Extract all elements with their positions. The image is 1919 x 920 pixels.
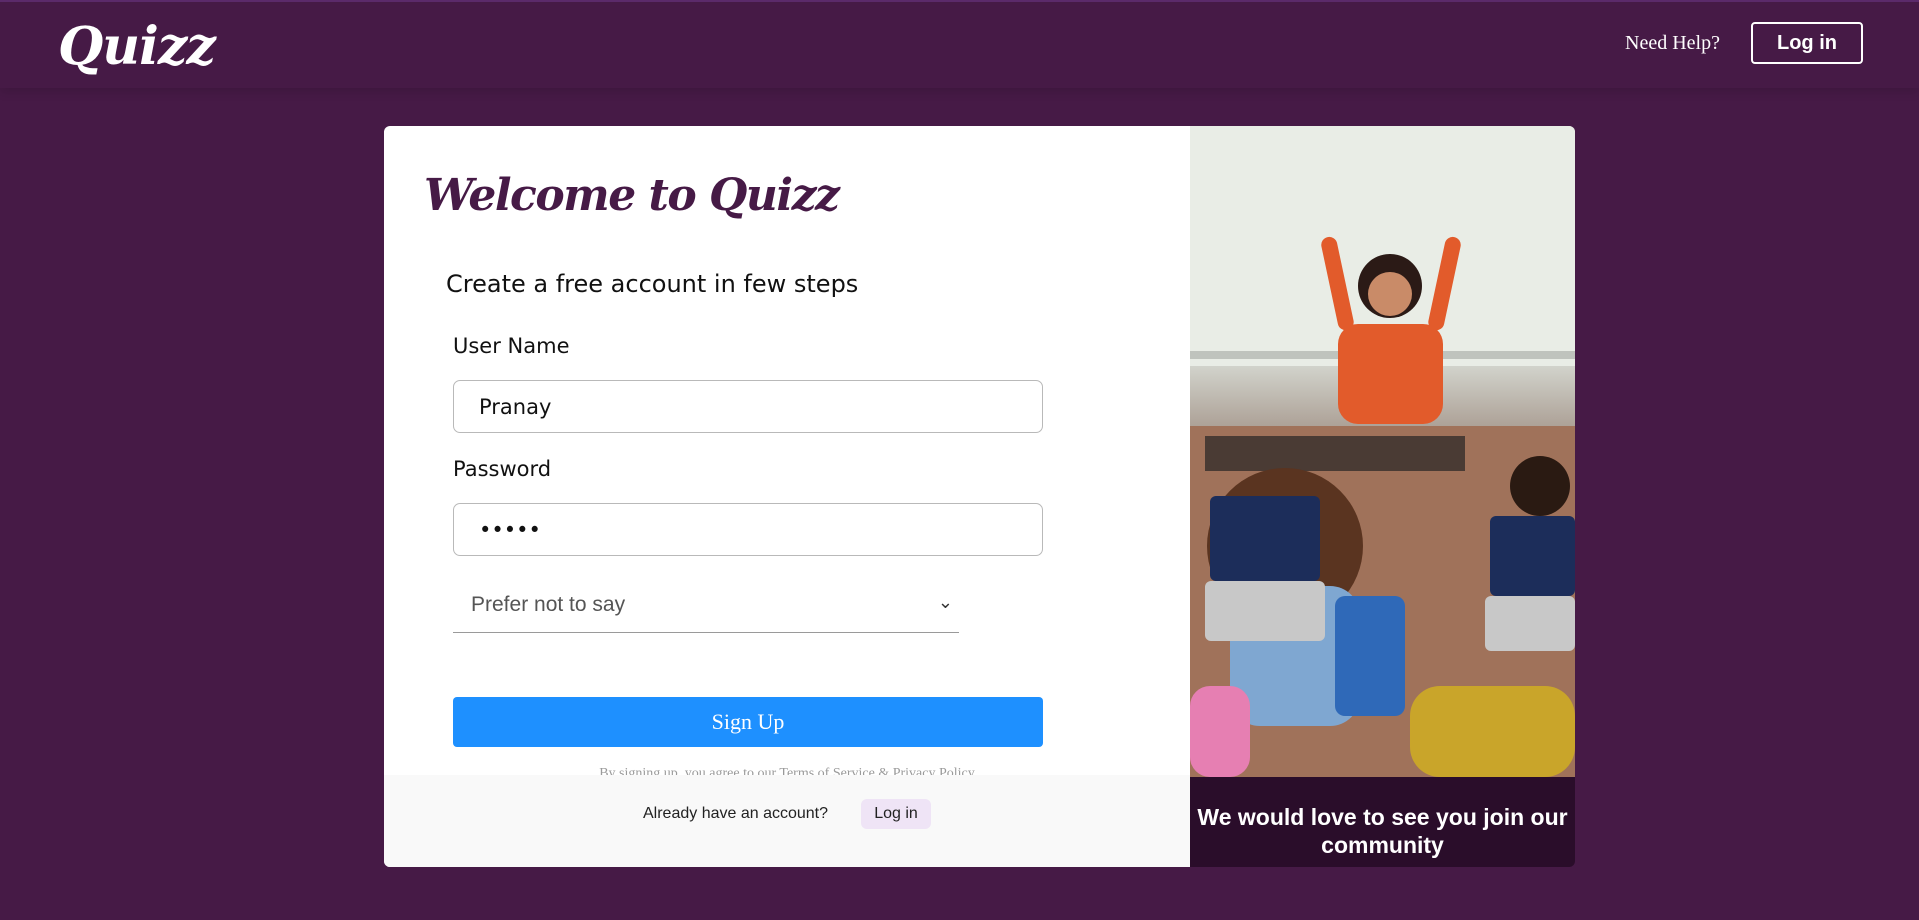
password-label: Password [453, 457, 552, 481]
already-have-account-text: Already have an account? [643, 805, 829, 822]
username-label: User Name [453, 334, 570, 358]
password-input[interactable] [453, 503, 1043, 556]
top-navbar: Quizz Need Help? Log in [0, 0, 1919, 88]
community-caption: We would love to see you join our commun… [1190, 777, 1575, 867]
signup-card: Welcome to Quizz Create a free account i… [384, 126, 1190, 867]
logo[interactable]: Quizz [58, 16, 216, 77]
classroom-illustration [1190, 126, 1575, 777]
classroom-photo [1190, 126, 1575, 777]
username-input[interactable] [453, 380, 1043, 433]
gender-select-value: Prefer not to say [471, 593, 626, 616]
card-footer: Already have an account? Log in [384, 775, 1190, 867]
signup-button[interactable]: Sign Up [453, 697, 1043, 747]
footer-login-button[interactable]: Log in [861, 799, 931, 829]
need-help-link[interactable]: Need Help? [1625, 32, 1720, 55]
gender-select[interactable]: Prefer not to say ⌄ [453, 580, 959, 633]
form-subtitle: Create a free account in few steps [446, 270, 859, 298]
header-login-button[interactable]: Log in [1751, 22, 1863, 64]
chevron-down-icon: ⌄ [937, 592, 953, 613]
page-title: Welcome to Quizz [424, 170, 840, 221]
